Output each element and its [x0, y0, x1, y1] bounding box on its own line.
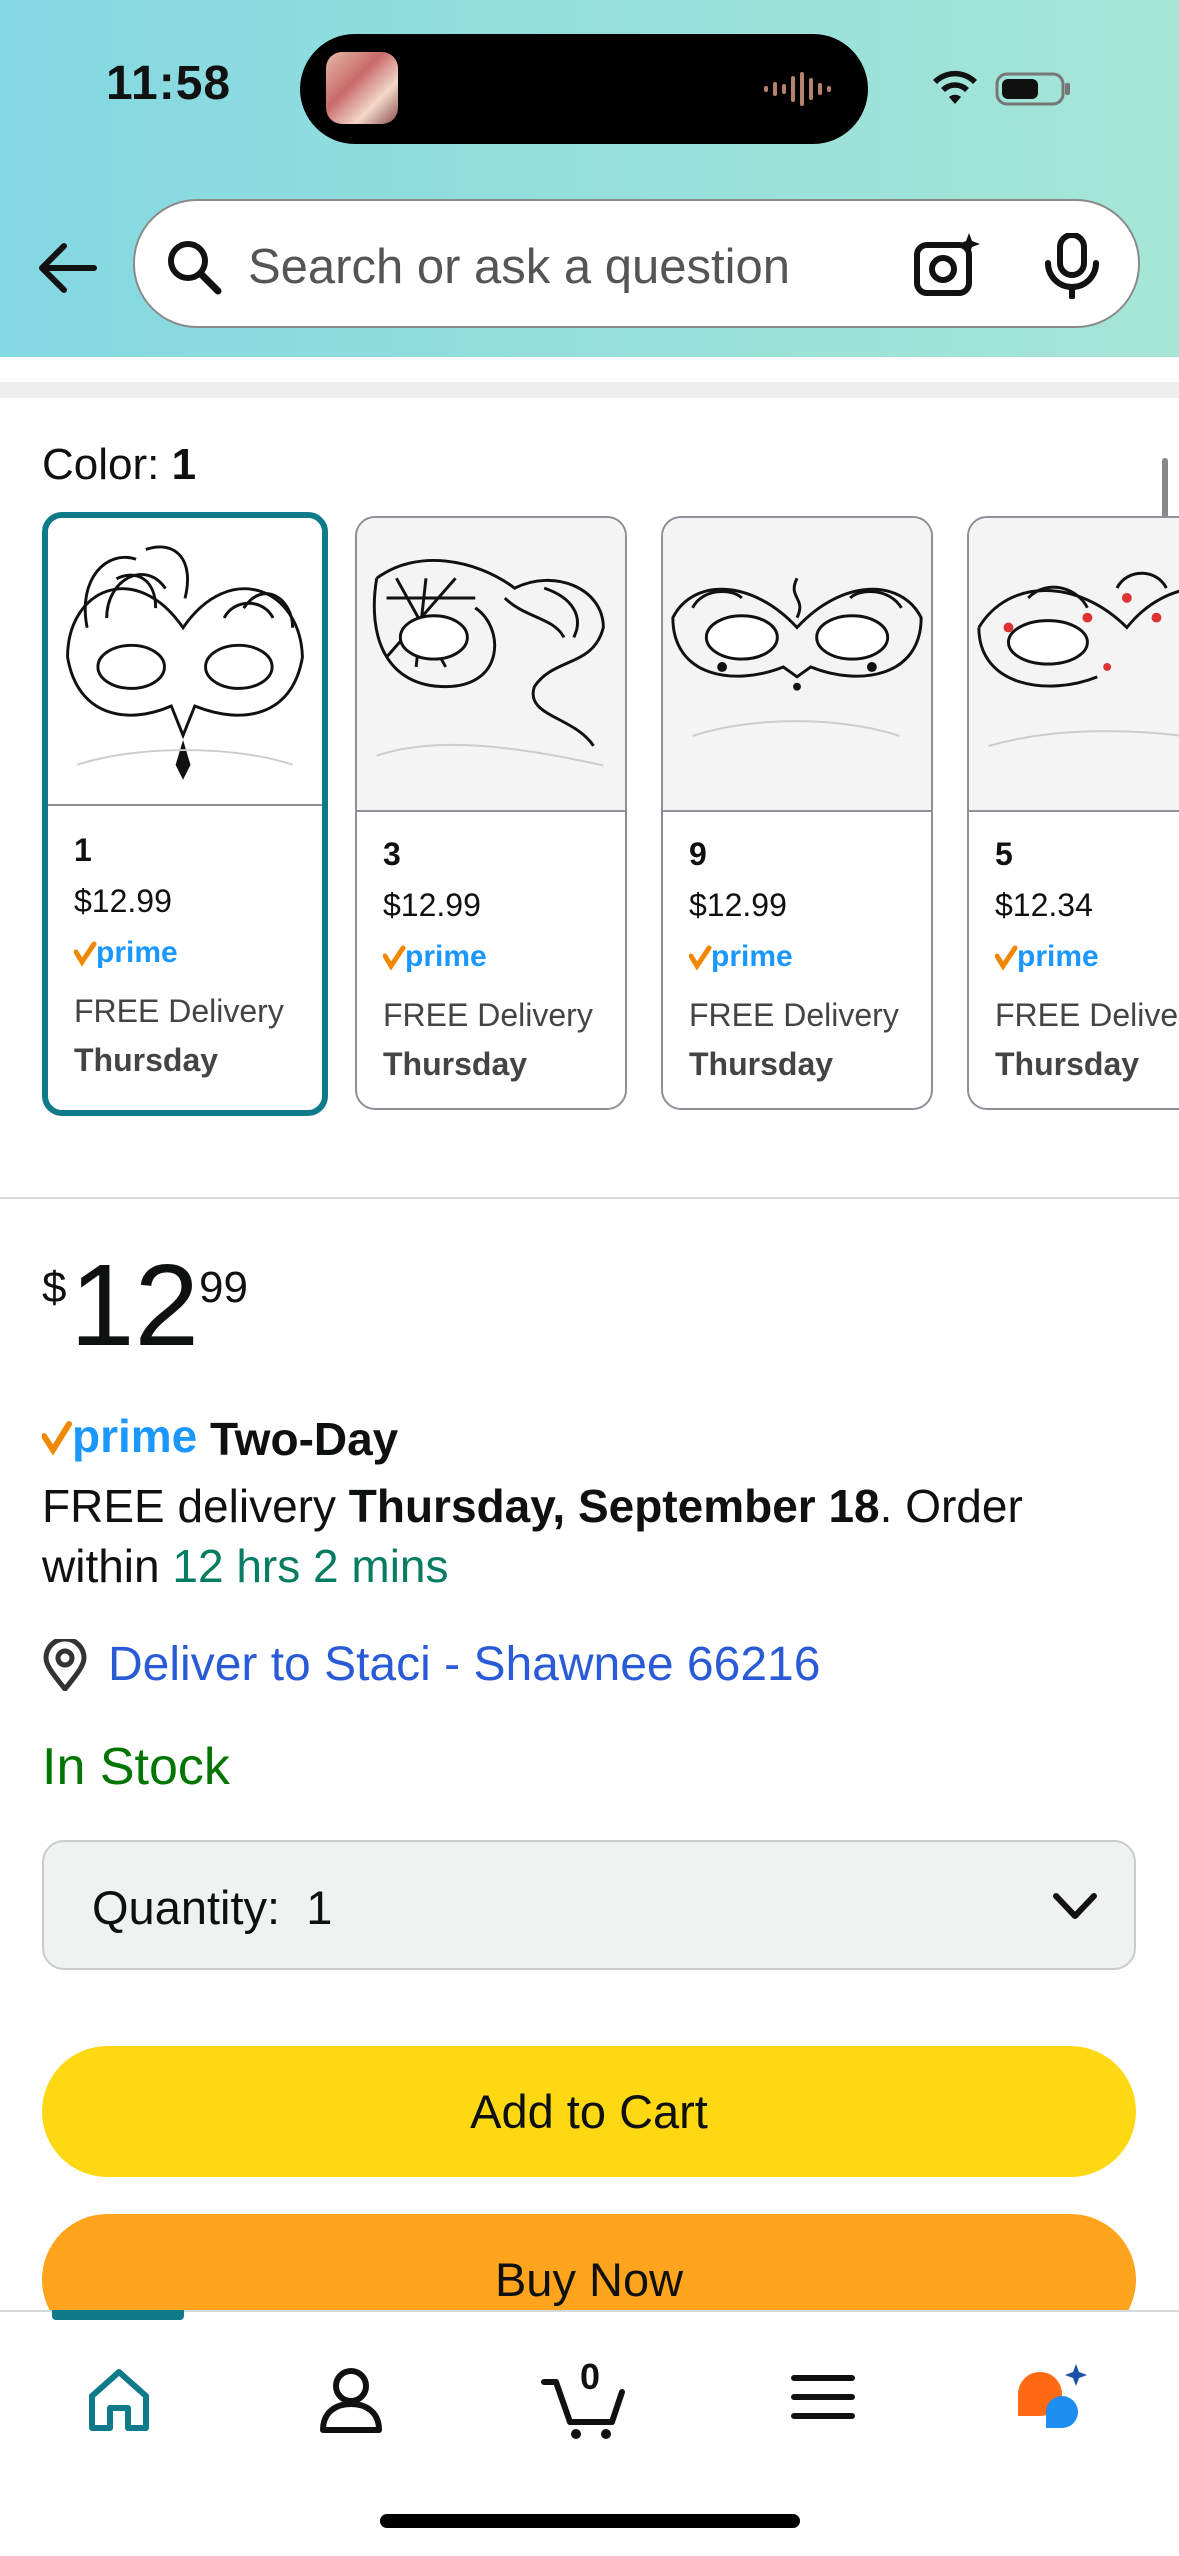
account-icon[interactable] [306, 2352, 396, 2442]
option-delivery-day: Thursday [74, 1042, 219, 1078]
svg-text:prime: prime [1017, 940, 1099, 973]
svg-text:prime: prime [405, 940, 487, 973]
price-currency: $ [42, 1263, 67, 1312]
prime-logo-icon: prime [382, 940, 487, 973]
option-price: $12.99 [383, 887, 481, 923]
option-name: 1 [74, 832, 92, 868]
quantity-label: Quantity: 1 [92, 1880, 332, 1935]
back-arrow-icon[interactable] [36, 237, 98, 299]
quantity-dropdown[interactable]: Quantity: 1 [42, 1840, 1136, 1970]
option-name: 5 [995, 836, 1013, 872]
microphone-icon[interactable] [1040, 233, 1104, 299]
delivery-prefix: FREE delivery [42, 1480, 349, 1532]
color-swatch-list: 1 $12.99 prime FREE Delivery Thursday 3 … [42, 512, 1179, 1118]
option-delivery-day: Thursday [995, 1046, 1140, 1082]
location-pin-icon [43, 1639, 87, 1691]
price-fraction: 99 [199, 1263, 248, 1312]
cart-icon[interactable]: 0 [540, 2352, 630, 2442]
option-name: 3 [383, 836, 401, 872]
color-selected-value: 1 [171, 440, 197, 489]
option-delivery: FREE Delivery [995, 997, 1179, 1033]
audio-wave-icon [764, 72, 831, 106]
search-input[interactable]: Search or ask a question [248, 239, 790, 295]
color-option-1[interactable]: 1 $12.99 prime FREE Delivery Thursday [42, 512, 328, 1116]
color-label-text: Color: [42, 440, 172, 489]
option-delivery: FREE Delivery [383, 997, 593, 1033]
menu-icon[interactable] [778, 2352, 868, 2442]
add-to-cart-button[interactable]: Add to Cart [42, 2046, 1136, 2177]
chevron-down-icon [1053, 1893, 1097, 1919]
option-name: 9 [689, 836, 707, 872]
option-delivery-day: Thursday [689, 1046, 834, 1082]
prime-logo-icon: prime [41, 1410, 197, 1462]
option-price: $12.99 [689, 887, 787, 923]
svg-text:prime: prime [711, 940, 793, 973]
option-price: $12.34 [995, 887, 1093, 923]
header: 11:58 Search or ask a question [0, 0, 1179, 357]
option-price: $12.99 [74, 883, 172, 919]
quantity-value: 1 [306, 1881, 333, 1934]
delivery-date: Thursday, September 18 [348, 1480, 880, 1532]
section-separator [0, 382, 1179, 398]
delivery-countdown: 12 hrs 2 mins [172, 1540, 449, 1592]
quantity-label-text: Quantity: [92, 1881, 281, 1934]
option-delivery-day: Thursday [383, 1046, 528, 1082]
prime-logo-icon: prime [994, 940, 1099, 973]
status-time: 11:58 [106, 57, 232, 110]
mask-image [48, 518, 322, 806]
option-delivery: FREE Delivery [689, 997, 899, 1033]
deliver-to-text[interactable]: Deliver to Staci - Shawnee 66216 [108, 1637, 820, 1692]
color-option-9[interactable]: 9 $12.99 prime FREE Delivery Thursday [661, 516, 933, 1110]
dynamic-island [300, 34, 868, 144]
prime-logo-text: prime [72, 1410, 197, 1462]
mask-image [357, 518, 625, 812]
mask-image [969, 518, 1179, 812]
rufus-icon[interactable] [1010, 2352, 1100, 2442]
color-label: Color: 1 [42, 440, 196, 490]
wifi-icon [933, 70, 977, 104]
search-bar[interactable]: Search or ask a question [133, 199, 1140, 328]
availability-status: In Stock [42, 1738, 230, 1796]
svg-text:prime: prime [96, 936, 178, 969]
home-icon[interactable] [74, 2352, 164, 2442]
search-icon [168, 241, 222, 295]
camera-search-icon[interactable] [913, 231, 983, 301]
prime-shipping-speed: Two-Day [210, 1413, 399, 1465]
home-indicator [380, 2514, 800, 2528]
mask-image [663, 518, 931, 812]
price-whole: 12 [70, 1240, 200, 1370]
battery-icon [995, 72, 1070, 106]
now-playing-thumbnail [326, 52, 398, 124]
prime-logo-icon: prime [688, 940, 793, 973]
prime-logo-icon: prime [73, 936, 178, 969]
delivery-info: FREE delivery Thursday, September 18. Or… [42, 1476, 1142, 1596]
prime-shipping: prime Two-Day [41, 1410, 398, 1470]
active-tab-indicator [52, 2310, 184, 2320]
color-option-3[interactable]: 3 $12.99 prime FREE Delivery Thursday [355, 516, 627, 1110]
section-divider [0, 1197, 1179, 1199]
status-icons [933, 70, 1070, 106]
option-delivery: FREE Delivery [74, 993, 284, 1029]
cart-count: 0 [580, 2356, 601, 2397]
color-option-5[interactable]: 5 $12.34 prime FREE Delivery Thursday [967, 516, 1179, 1110]
